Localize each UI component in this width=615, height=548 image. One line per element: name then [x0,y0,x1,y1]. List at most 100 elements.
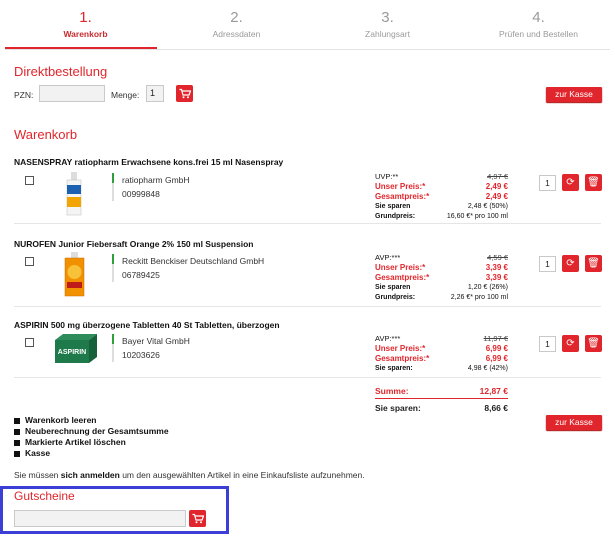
login-note: Sie müssen sich anmelden um den ausgewäh… [14,470,365,480]
product-title[interactable]: ASPIRIN 500 mg überzogene Tabletten 40 S… [14,320,280,330]
unser-preis: 3,39 € [485,263,508,272]
vendor-name: ratiopharm GmbH [122,175,190,185]
vendor-name: Bayer Vital GmbH [122,336,190,346]
ersparnis: 2,48 € (50%) [467,203,508,210]
price-block: UVP:** 4,97 € Unser Preis:* 2,49 € Gesamtp… [375,172,508,222]
direktbestellung-heading: Direktbestellung [14,64,108,79]
product-title[interactable]: NASENSPRAY ratiopharm Erwachsene kons.fr… [14,157,283,167]
item-checkbox[interactable] [25,257,34,266]
step-label: Adressdaten [212,29,261,39]
menge-input[interactable]: 1 [146,85,164,102]
step-warenkorb[interactable]: 1. Warenkorb [10,9,161,40]
item-divider [14,223,601,224]
delete-button[interactable]: 🗑 [585,255,602,272]
menge-label: Menge: [111,90,140,100]
add-to-cart-button[interactable] [176,85,193,102]
price-label: Unser Preis:* [375,344,426,353]
pzn-input[interactable] [39,85,105,102]
gesamtpreis: 2,49 € [485,192,508,201]
step-label: Zahlungsart [365,29,410,39]
refresh-button[interactable]: ⟳ [562,335,579,352]
trash-icon: 🗑 [587,338,600,349]
quantity-input[interactable]: 1 [539,256,556,272]
pzn-label: PZN: [14,90,34,100]
price-label: AVP:*** [375,253,401,262]
refresh-button[interactable]: ⟳ [562,255,579,272]
step-number: 1. [79,9,92,26]
note-text: um den ausgewählten Artikel in eine Eink… [119,470,365,480]
pzn-number: 06789425 [122,270,160,280]
quantity-input[interactable]: 1 [539,336,556,352]
sparen-value: 8,66 € [484,403,508,413]
step-adressdaten[interactable]: 2. Adressdaten [161,9,312,40]
checkout-steps: 1. Warenkorb 2. Adressdaten 3. Zahlungsa… [5,0,610,50]
action-neuberechnung[interactable]: Neuberechnung der Gesamtsumme [14,426,169,437]
step-number: 4. [532,9,545,26]
zur-kasse-button-bottom[interactable]: zur Kasse [546,415,602,430]
price-block: AVP:*** 11,97 € Unser Preis:* 6,99 € Gesam… [375,334,508,374]
gutschein-input[interactable] [14,510,186,527]
vendor-name: Reckitt Benckiser Deutschland GmbH [122,256,265,266]
step-label: Prüfen und Bestellen [499,29,578,39]
zur-kasse-button-top[interactable]: zur Kasse [546,87,602,102]
vendor-info: Bayer Vital GmbH 10203626 [112,334,190,362]
product-title[interactable]: NUROFEN Junior Fiebersaft Orange 2% 150 … [14,239,253,249]
pzn-number: 10203626 [122,350,160,360]
login-link[interactable]: sich anmelden [61,470,120,480]
action-markierte-loeschen[interactable]: Markierte Artikel löschen [14,437,169,448]
avp-price: 11,97 € [483,334,508,343]
price-label: Grundpreis: [375,294,416,301]
box-label: ASPIRIN [58,349,86,356]
item-checkbox[interactable] [25,176,34,185]
refresh-button[interactable]: ⟳ [562,174,579,191]
vendor-info: ratiopharm GmbH 00999848 [112,173,190,201]
product-image[interactable]: ASPIRIN [55,334,97,364]
cart-summary: Summe: 12,87 € Sie sparen: 8,66 € [375,386,508,413]
action-kasse[interactable]: Kasse [14,448,169,459]
item-checkbox[interactable] [25,338,34,347]
item-divider [14,377,601,378]
price-label: Sie sparen [375,284,411,291]
trash-icon: 🗑 [587,177,600,188]
price-label: UVP:** [375,172,399,181]
action-warenkorb-leeren[interactable]: Warenkorb leeren [14,415,169,426]
refresh-icon: ⟳ [566,338,575,349]
delete-button[interactable]: 🗑 [585,335,602,352]
gesamtpreis: 3,39 € [485,273,508,282]
summe-value: 12,87 € [479,386,508,396]
price-label: Gesamtpreis:* [375,354,430,363]
cart-icon [179,88,191,99]
price-label: Unser Preis:* [375,182,426,191]
step-pruefen[interactable]: 4. Prüfen und Bestellen [463,9,614,40]
quantity-input[interactable]: 1 [539,175,556,191]
step-number: 2. [230,9,243,26]
price-label: Grundpreis: [375,213,416,220]
price-label: AVP:*** [375,334,401,343]
unser-preis: 2,49 € [485,182,508,191]
ersparnis: 4,98 € (42%) [467,365,508,372]
sparen-label: Sie sparen: [375,403,421,413]
step-zahlungsart[interactable]: 3. Zahlungsart [312,10,463,40]
price-label: Sie sparen [375,203,411,210]
vendor-info: Reckitt Benckiser Deutschland GmbH 06789… [112,254,264,282]
pzn-number: 00999848 [122,189,160,199]
note-text: Sie müssen [14,470,61,480]
grundpreis: 2,26 €* pro 100 ml [450,294,508,301]
summe-label: Summe: [375,386,409,396]
avp-price: 4,59 € [487,253,508,262]
price-label: Sie sparen: [375,365,413,372]
gutschein-submit-button[interactable] [189,510,206,527]
unser-preis: 6,99 € [485,344,508,353]
price-label: Gesamtpreis:* [375,273,430,282]
price-label: Gesamtpreis:* [375,192,430,201]
refresh-icon: ⟳ [566,258,575,269]
active-step-indicator [5,47,157,49]
item-divider [14,306,601,307]
delete-button[interactable]: 🗑 [585,174,602,191]
refresh-icon: ⟳ [566,177,575,188]
warenkorb-heading: Warenkorb [14,127,78,142]
product-image[interactable] [63,252,86,297]
step-label: Warenkorb [63,29,108,39]
product-image[interactable] [64,171,84,216]
price-block: AVP:*** 4,59 € Unser Preis:* 3,39 € Gesamt… [375,253,508,303]
